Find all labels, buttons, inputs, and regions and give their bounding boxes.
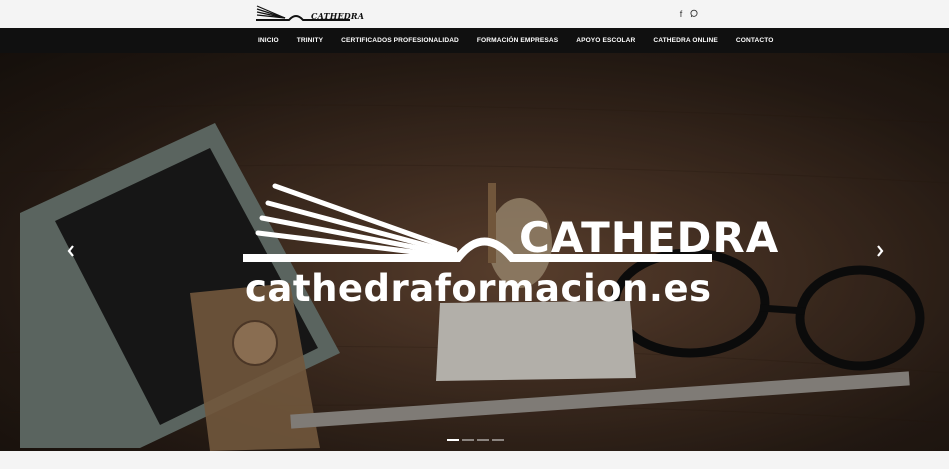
nav-item-cathedra-online[interactable]: CATHEDRA ONLINE	[644, 37, 727, 44]
hero-title: CATHEDRA	[519, 213, 780, 262]
slider-next-arrow[interactable]	[874, 245, 886, 259]
chevron-left-icon	[67, 245, 74, 257]
hero-logo-mark	[243, 183, 712, 262]
nav-item-certificados[interactable]: CERTIFICADOS PROFESIONALIDAD	[332, 37, 468, 44]
nav-item-trinity[interactable]: TRINITY	[288, 37, 332, 44]
main-nav: INICIO TRINITY CERTIFICADOS PROFESIONALI…	[249, 28, 782, 53]
slider-dot-2[interactable]	[462, 439, 474, 441]
page-bottom-strip	[0, 451, 949, 469]
main-nav-bar: INICIO TRINITY CERTIFICADOS PROFESIONALI…	[0, 28, 949, 53]
nav-item-formacion-empresas[interactable]: FORMACIÓN EMPRESAS	[468, 37, 567, 44]
slider-prev-arrow[interactable]	[65, 245, 77, 259]
nav-item-contacto[interactable]: CONTACTO	[727, 37, 783, 44]
nav-item-apoyo-escolar[interactable]: APOYO ESCOLAR	[567, 37, 644, 44]
facebook-icon[interactable]: f	[677, 9, 685, 19]
logo-text: CATHEDRA	[311, 11, 365, 21]
cathedra-logo[interactable]: CATHEDRA	[255, 4, 364, 24]
slider-indicators	[447, 439, 504, 441]
slider-dot-4[interactable]	[492, 439, 504, 441]
top-bar: CATHEDRA f	[0, 0, 949, 28]
hero-subtitle: cathedraformacion.es	[245, 267, 712, 310]
slider-dot-1[interactable]	[447, 439, 459, 441]
chevron-right-icon	[877, 245, 884, 257]
hero-slider: CATHEDRA cathedraformacion.es	[0, 53, 949, 451]
social-links: f	[677, 9, 698, 19]
nav-item-inicio[interactable]: INICIO	[249, 37, 288, 44]
slider-dot-3[interactable]	[477, 439, 489, 441]
whatsapp-icon[interactable]	[690, 9, 698, 19]
